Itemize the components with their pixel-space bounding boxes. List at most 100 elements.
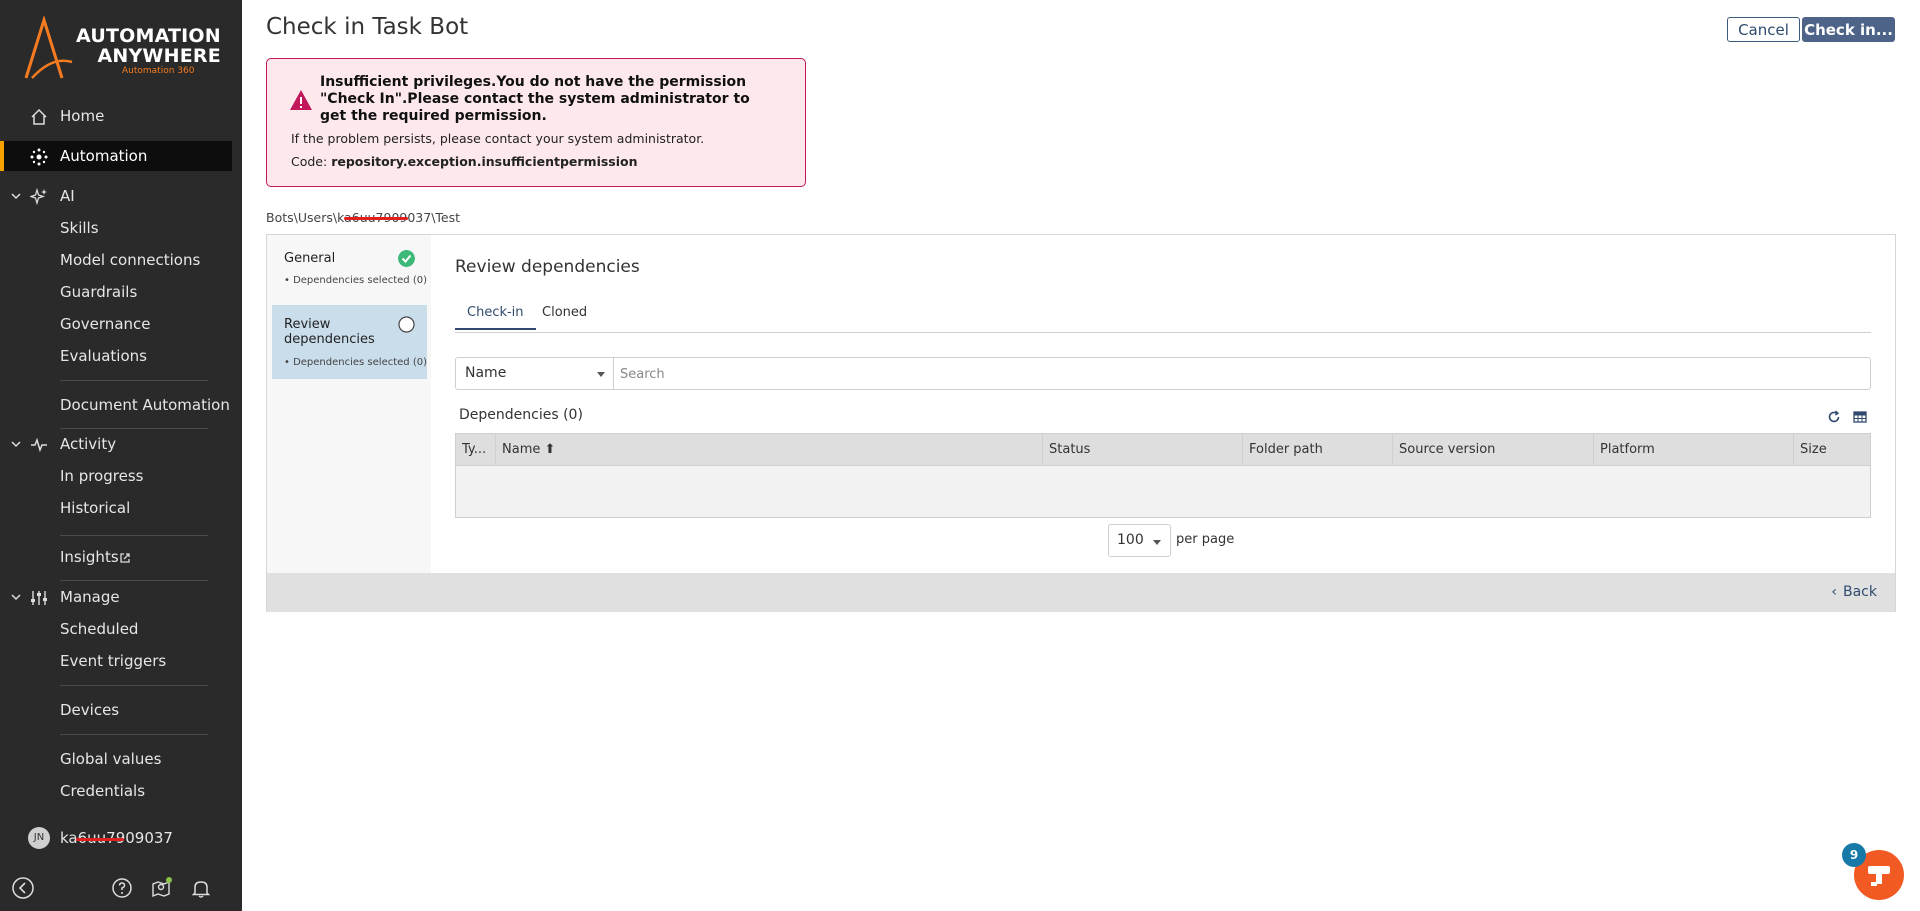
column-name[interactable]: Name ⬆ (496, 434, 1043, 466)
sidebar-item-label: AI (60, 187, 75, 205)
check-circle-icon (398, 250, 415, 267)
error-message: If the problem persists, please contact … (291, 131, 705, 146)
radio-circle-icon (398, 316, 415, 333)
column-type[interactable]: Ty... (456, 434, 496, 466)
sidebar-item-historical[interactable]: Historical (0, 493, 232, 523)
activity-pulse-icon (31, 437, 47, 453)
back-button[interactable]: ‹ Back (1831, 584, 1877, 600)
sidebar-item-evaluations[interactable]: Evaluations (0, 341, 232, 371)
sidebar-item-label: Scheduled (60, 620, 139, 638)
sidebar-item-label: Evaluations (60, 347, 147, 365)
home-icon (31, 108, 47, 125)
search-bar: Name (455, 357, 1871, 390)
sidebar-divider (60, 535, 208, 536)
page-title: Check in Task Bot (266, 14, 469, 40)
sidebar-item-automation[interactable]: Automation (0, 141, 232, 171)
step-subtitle: • Dependencies selected (0) (284, 275, 427, 286)
column-status[interactable]: Status (1043, 434, 1243, 466)
collapse-sidebar-icon[interactable] (11, 876, 35, 900)
external-link-icon (120, 553, 130, 563)
sidebar-item-model-connections[interactable]: Model connections (0, 245, 232, 275)
sidebar-item-label: Guardrails (60, 283, 138, 301)
tab-cloned[interactable]: Cloned (542, 305, 587, 328)
sidebar-item-in-progress[interactable]: In progress (0, 461, 232, 491)
error-code-line: Code: repository.exception.insufficientp… (291, 154, 638, 169)
cancel-button[interactable]: Cancel (1727, 17, 1800, 42)
sidebar-item-guardrails[interactable]: Guardrails (0, 277, 232, 307)
caret-down-icon (1153, 540, 1161, 545)
sidebar-item-skills[interactable]: Skills (0, 213, 232, 243)
column-settings-icon[interactable] (1853, 410, 1867, 424)
map-pin-icon[interactable] (149, 876, 173, 900)
step-title: General (284, 251, 336, 266)
notification-count-badge: 9 (1842, 843, 1866, 867)
redaction-mark (76, 838, 124, 841)
wizard-panel: General • Dependencies selected (0) Revi… (266, 234, 1896, 612)
sidebar-item-label: Credentials (60, 782, 146, 800)
step-title: Review dependencies (284, 317, 375, 347)
search-input[interactable] (620, 362, 1860, 386)
sidebar-item-event-triggers[interactable]: Event triggers (0, 646, 232, 676)
tab-check-in[interactable]: Check-in (455, 305, 536, 330)
help-icon[interactable] (110, 876, 134, 900)
step-subtitle: • Dependencies selected (0) (284, 357, 427, 368)
column-source-version[interactable]: Source version (1393, 434, 1594, 466)
dependencies-table: Ty... Name ⬆ Status Folder path Source v… (455, 433, 1871, 518)
automation-icon (30, 148, 48, 166)
sidebar-item-label: Model connections (60, 251, 201, 269)
sidebar-item-label: Historical (60, 499, 131, 517)
sidebar-item-label: Home (60, 107, 105, 125)
sidebar-item-devices[interactable]: Devices (0, 695, 232, 725)
tab-bar: Check-in Cloned (455, 295, 1871, 333)
logo-wordmark: AUTOMATION ANYWHERE (76, 26, 221, 66)
notification-bell-icon[interactable] (189, 876, 213, 900)
step-review-dependencies[interactable]: Review dependencies • Dependencies selec… (272, 305, 427, 379)
sidebar-item-label: Manage (60, 588, 120, 606)
wizard-footer: ‹ Back (267, 573, 1895, 612)
sidebar-item-label: Insights (60, 548, 119, 566)
filter-field-select[interactable]: Name (456, 358, 614, 389)
page-size-select[interactable]: 100 (1108, 524, 1171, 557)
back-label: Back (1843, 584, 1877, 600)
avatar: JN (28, 827, 50, 849)
chevron-left-icon: ‹ (1831, 584, 1837, 600)
sidebar-item-home[interactable]: Home (0, 101, 232, 131)
sidebar-item-label: Skills (60, 219, 99, 237)
chevron-down-icon (11, 441, 21, 448)
check-in-button[interactable]: Check in... (1802, 17, 1895, 42)
step-general[interactable]: General • Dependencies selected (0) (272, 239, 427, 289)
logo-line-2: ANYWHERE (97, 45, 221, 67)
sidebar-item-global-values[interactable]: Global values (0, 744, 232, 774)
user-profile[interactable]: JN ka6uu7909037 (0, 823, 242, 853)
sidebar-item-activity[interactable]: Activity (0, 429, 232, 459)
per-page-label: per page (1176, 532, 1235, 547)
sidebar-divider (60, 685, 208, 686)
caret-down-icon (597, 372, 605, 377)
sidebar-item-scheduled[interactable]: Scheduled (0, 614, 232, 644)
sidebar-item-credentials[interactable]: Credentials (0, 776, 232, 806)
breadcrumb: Bots\Users\ka6uu7909037\Test (266, 210, 460, 225)
error-title: Insufficient privileges.You do not have … (320, 74, 750, 124)
refresh-icon[interactable] (1827, 410, 1841, 424)
wizard-steps: General • Dependencies selected (0) Revi… (267, 235, 431, 573)
sidebar-item-insights[interactable]: Insights (0, 542, 232, 572)
sidebar-divider (60, 580, 208, 581)
chevron-down-icon (11, 594, 21, 601)
sidebar-item-label: Global values (60, 750, 162, 768)
column-folder-path[interactable]: Folder path (1243, 434, 1393, 466)
sidebar-item-document-automation[interactable]: Document Automation (0, 390, 232, 420)
logo-a-icon (24, 16, 73, 79)
filter-field-value: Name (465, 365, 507, 381)
column-size[interactable]: Size (1794, 434, 1870, 466)
redaction-mark (344, 217, 408, 220)
section-title: Review dependencies (455, 257, 640, 277)
sidebar-item-label: Automation (60, 147, 148, 165)
automation-anywhere-logo[interactable]: AUTOMATION ANYWHERE Automation 360 (22, 16, 222, 86)
sidebar-item-label: Document Automation (60, 396, 230, 414)
sidebar-item-manage[interactable]: Manage (0, 582, 232, 612)
column-platform[interactable]: Platform (1594, 434, 1794, 466)
sidebar-item-ai[interactable]: AI (0, 181, 232, 211)
error-code-value: repository.exception.insufficientpermiss… (331, 154, 638, 169)
sidebar-item-governance[interactable]: Governance (0, 309, 232, 339)
sidebar-item-label: Governance (60, 315, 151, 333)
